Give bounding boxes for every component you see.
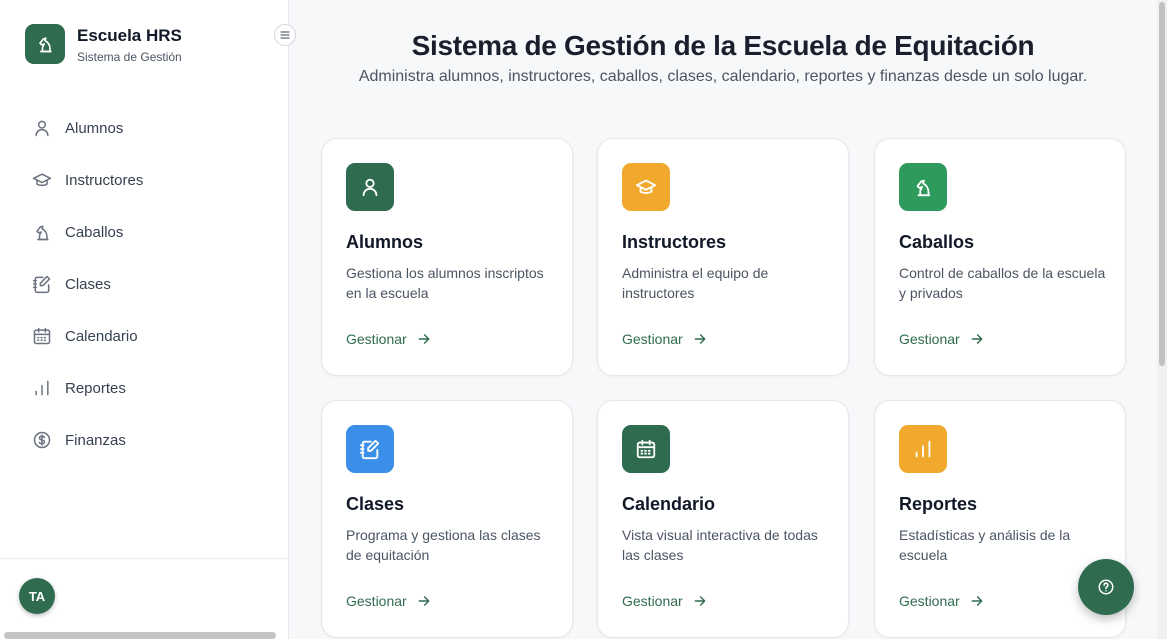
user-icon xyxy=(346,163,394,211)
dollar-circle-icon xyxy=(32,430,52,450)
card-instructores[interactable]: Instructores Administra el equipo de ins… xyxy=(597,138,849,376)
arrow-right-icon xyxy=(970,332,984,346)
card-title: Reportes xyxy=(899,494,978,514)
arrow-right-icon xyxy=(417,332,431,346)
manage-link-label: Gestionar xyxy=(899,331,960,347)
page-title: Sistema de Gestión de la Escuela de Equi… xyxy=(411,30,1035,61)
notebook-pen-icon xyxy=(32,274,52,294)
sidebar-item-label: Finanzas xyxy=(65,431,126,449)
sidebar-item-label: Caballos xyxy=(65,223,124,241)
card-alumnos[interactable]: Alumnos Gestiona los alumnos inscriptos … xyxy=(321,138,573,376)
menu-icon xyxy=(280,31,290,39)
manage-link[interactable]: Gestionar xyxy=(346,331,431,347)
calendar-icon xyxy=(622,425,670,473)
manage-link[interactable]: Gestionar xyxy=(622,331,707,347)
card-calendario[interactable]: Calendario Vista visual interactiva de t… xyxy=(597,400,849,638)
manage-link[interactable]: Gestionar xyxy=(346,593,431,609)
main-content: Sistema de Gestión de la Escuela de Equi… xyxy=(289,0,1157,639)
sidebar-item-label: Clases xyxy=(65,275,111,293)
sidebar: Escuela HRS Sistema de Gestión Alumnos I… xyxy=(0,0,296,639)
arrow-right-icon xyxy=(693,594,707,608)
user-icon xyxy=(32,118,52,138)
card-description: Control de caballos de la escuela y priv… xyxy=(899,265,1106,301)
sidebar-item-label: Calendario xyxy=(65,327,138,345)
sidebar-toggle-button[interactable] xyxy=(274,24,296,46)
manage-link-label: Gestionar xyxy=(346,331,407,347)
help-button[interactable] xyxy=(1078,559,1134,615)
card-title: Clases xyxy=(346,494,405,514)
brand-title: Escuela HRS xyxy=(77,25,182,45)
graduation-cap-icon xyxy=(32,170,52,190)
brand-subtitle: Sistema de Gestión xyxy=(77,49,182,64)
manage-link-label: Gestionar xyxy=(346,593,407,609)
manage-link-label: Gestionar xyxy=(622,331,683,347)
sidebar-item-clases[interactable]: Clases xyxy=(24,258,269,310)
card-caballos[interactable]: Caballos Control de caballos de la escue… xyxy=(874,138,1126,376)
manage-link-label: Gestionar xyxy=(622,593,683,609)
sidebar-item-label: Instructores xyxy=(65,171,144,189)
card-title: Instructores xyxy=(622,232,727,252)
sidebar-item-alumnos[interactable]: Alumnos xyxy=(24,102,269,154)
graduation-cap-icon xyxy=(622,163,670,211)
notebook-pen-icon xyxy=(346,425,394,473)
sidebar-nav: Alumnos Instructores Caballos Clases Cal… xyxy=(24,102,269,466)
bar-chart-icon xyxy=(32,378,52,398)
brand[interactable]: Escuela HRS Sistema de Gestión xyxy=(25,24,182,64)
page-subtitle: Administra alumnos, instructores, caball… xyxy=(358,68,1088,85)
bar-chart-icon xyxy=(899,425,947,473)
vertical-scrollbar[interactable] xyxy=(1157,0,1167,639)
card-title: Caballos xyxy=(899,232,975,252)
manage-link[interactable]: Gestionar xyxy=(899,593,984,609)
horizontal-scrollbar[interactable] xyxy=(4,632,276,639)
horse-icon xyxy=(25,24,65,64)
manage-link[interactable]: Gestionar xyxy=(899,331,984,347)
manage-link[interactable]: Gestionar xyxy=(622,593,707,609)
sidebar-item-instructores[interactable]: Instructores xyxy=(24,154,269,206)
arrow-right-icon xyxy=(693,332,707,346)
manage-link-label: Gestionar xyxy=(899,593,960,609)
card-description: Estadísticas y análisis de la escuela xyxy=(899,527,1071,563)
card-description: Administra el equipo de instructores xyxy=(622,265,769,301)
calendar-icon xyxy=(32,326,52,346)
sidebar-item-caballos[interactable]: Caballos xyxy=(24,206,269,258)
horse-icon xyxy=(899,163,947,211)
card-description: Programa y gestiona las clases de equita… xyxy=(346,527,541,563)
arrow-right-icon xyxy=(970,594,984,608)
card-title: Alumnos xyxy=(346,232,424,252)
sidebar-item-label: Alumnos xyxy=(65,119,124,137)
help-icon xyxy=(1098,579,1114,595)
card-title: Calendario xyxy=(622,494,716,514)
avatar[interactable]: TA xyxy=(19,578,55,614)
sidebar-item-reportes[interactable]: Reportes xyxy=(24,362,269,414)
sidebar-item-label: Reportes xyxy=(65,379,126,397)
card-description: Gestiona los alumnos inscriptos en la es… xyxy=(346,265,544,301)
card-clases[interactable]: Clases Programa y gestiona las clases de… xyxy=(321,400,573,638)
sidebar-item-calendario[interactable]: Calendario xyxy=(24,310,269,362)
arrow-right-icon xyxy=(417,594,431,608)
sidebar-item-finanzas[interactable]: Finanzas xyxy=(24,414,269,466)
horse-icon xyxy=(32,222,52,242)
sidebar-footer: TA xyxy=(0,558,288,639)
card-description: Vista visual interactiva de todas las cl… xyxy=(622,527,818,563)
scrollbar-thumb[interactable] xyxy=(1159,2,1165,366)
